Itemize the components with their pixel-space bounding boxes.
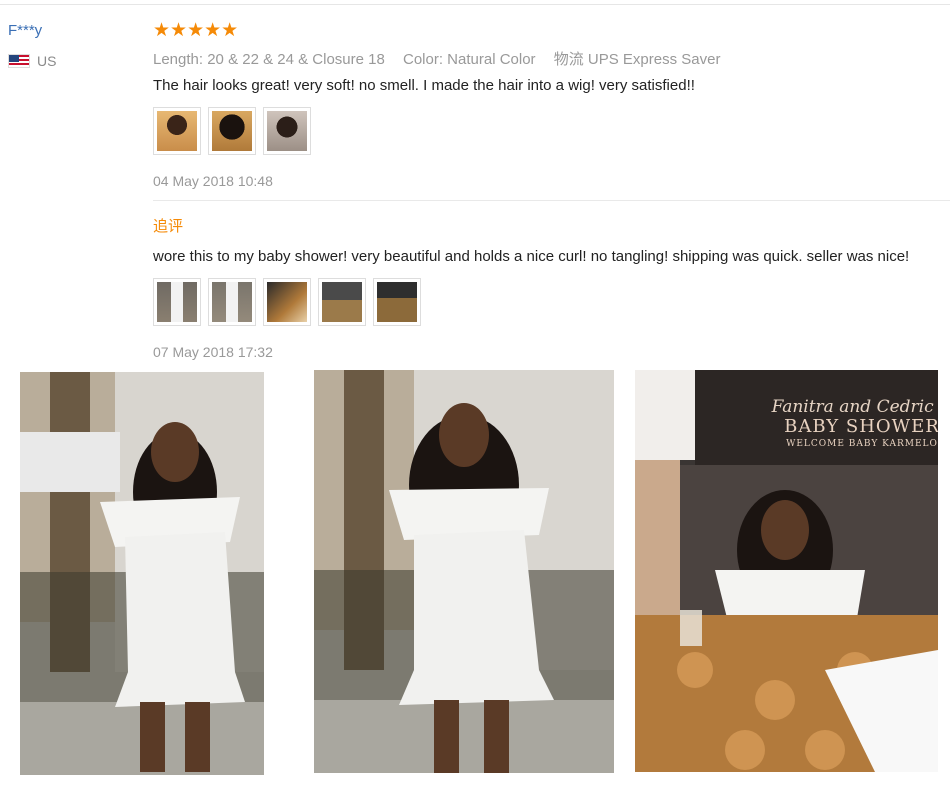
followup-thumbnail[interactable] (373, 278, 421, 326)
review-thumbnail[interactable] (153, 107, 201, 155)
sign-subtitle: WELCOME BABY KARMELO (786, 439, 938, 449)
photo-woman-posing (314, 370, 614, 773)
reviewer-country: US (8, 53, 56, 69)
review-date: 04 May 2018 10:48 (153, 173, 273, 189)
followup-divider (153, 200, 950, 201)
us-flag-icon (8, 54, 30, 68)
review-photo-1[interactable] (20, 372, 264, 775)
shipping-attribute: 物流 UPS Express Saver (553, 51, 721, 68)
star-rating: ★★★★★ (153, 20, 239, 41)
review-thumbnail[interactable] (263, 107, 311, 155)
color-attribute: Color: Natural Color (403, 51, 536, 68)
length-attribute: Length: 20 & 22 & 24 & Closure 18 (153, 51, 385, 68)
sign-names: Fanitra and Cedric 's (771, 397, 938, 417)
followup-thumbnail[interactable] (263, 278, 311, 326)
sign-title: BABY SHOWER (784, 416, 938, 437)
review-thumbnail[interactable] (208, 107, 256, 155)
review-thumbnails (153, 107, 311, 155)
photo-baby-shower: Fanitra and Cedric 's BABY SHOWER WELCOM… (635, 370, 938, 772)
review-photo-2[interactable] (314, 370, 614, 773)
followup-thumbnail[interactable] (318, 278, 366, 326)
photo-woman-white-dress (20, 372, 264, 775)
followup-date: 07 May 2018 17:32 (153, 344, 273, 360)
reviewer-name[interactable]: F***y (8, 22, 42, 39)
review-photo-3[interactable]: Fanitra and Cedric 's BABY SHOWER WELCOM… (635, 370, 938, 772)
followup-text: wore this to my baby shower! very beauti… (153, 248, 910, 265)
country-code: US (37, 53, 57, 69)
followup-thumbnail[interactable] (153, 278, 201, 326)
top-divider (0, 4, 950, 5)
followup-thumbnails (153, 278, 421, 326)
review-attributes: Length: 20 & 22 & 24 & Closure 18 Color:… (153, 48, 734, 69)
review-text: The hair looks great! very soft! no smel… (153, 77, 695, 94)
followup-label: 追评 (153, 218, 184, 235)
followup-thumbnail[interactable] (208, 278, 256, 326)
